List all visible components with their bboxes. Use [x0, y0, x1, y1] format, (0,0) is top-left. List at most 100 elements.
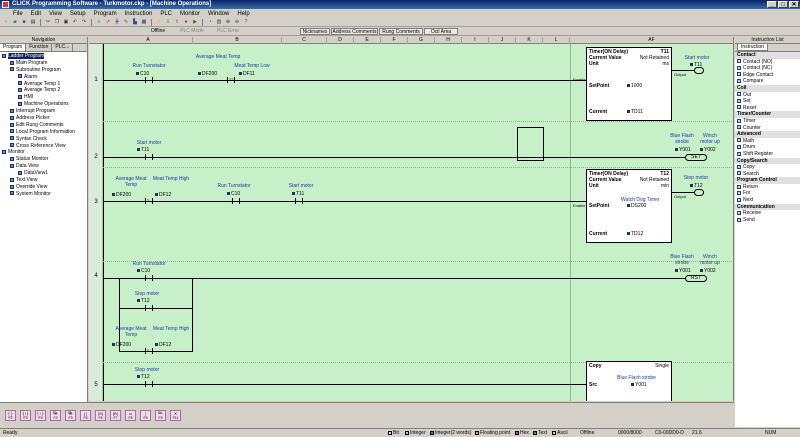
tree-node[interactable]: Average Temp 2 [0, 87, 87, 94]
tree-node[interactable]: DataView1 [0, 170, 87, 177]
instruction-edge-contact[interactable]: Edge Contact [735, 72, 800, 79]
instruction-drum[interactable]: Drum [735, 144, 800, 151]
rung3-compare-contact[interactable]: < [142, 197, 156, 204]
connect-icon[interactable]: ⚡ [155, 18, 163, 26]
menu-monitor[interactable]: Monitor [179, 11, 201, 17]
fkey-f9[interactable]: │ F9 [140, 410, 151, 421]
category-copy-search[interactable]: Copy/Search [735, 157, 800, 165]
tree-node[interactable]: Local Program Information [0, 129, 87, 136]
instruction-contact-nc[interactable]: Contact (NC) [735, 65, 800, 72]
instruction-send[interactable]: Send [735, 217, 800, 224]
menu-edit[interactable]: Edit [30, 11, 42, 17]
tree-node[interactable]: Status Monitor [0, 156, 87, 163]
menu-instruction[interactable]: Instruction [124, 11, 154, 17]
category-communication[interactable]: Communication [735, 203, 800, 211]
fkey-f8[interactable]: ▭ F8 [125, 410, 136, 421]
redo-icon[interactable]: ↷ [80, 18, 88, 26]
view-tab-ocil-area[interactable]: Ocil Area [424, 28, 458, 35]
minimize-button[interactable]: _ [767, 1, 777, 8]
instruction-math[interactable]: Math [735, 138, 800, 145]
rung4-compare-contact[interactable]: > [142, 347, 156, 354]
tree-node[interactable]: Address Picker [0, 115, 87, 122]
grid-icon[interactable]: ▦ [140, 18, 148, 26]
tab-plc[interactable]: PLC... [52, 44, 74, 51]
copy-icon[interactable]: ❐ [53, 18, 61, 26]
category-program-control[interactable]: Program Control [735, 177, 800, 184]
rung4-contact-no[interactable] [142, 275, 156, 281]
rung1-timer-box[interactable]: Timer(ON Delay) T11 Current Value Not Re… [586, 47, 672, 121]
tree-node[interactable]: Machine Operations [0, 101, 87, 108]
menu-file[interactable]: File [12, 11, 24, 17]
rung1-compare-contact[interactable]: >= [224, 76, 238, 83]
ladder-editor[interactable]: A B C D E F G H I J K L AF 1 2 3 4 5 Run [89, 37, 734, 401]
tree-node[interactable]: Monitor [0, 149, 87, 156]
view-tab-rung-comments[interactable]: Rung Comments [379, 28, 423, 35]
maximize-button[interactable]: □ [778, 1, 788, 8]
run-icon[interactable]: ▶ [191, 18, 199, 26]
fkey-f7[interactable]: (R) F7 [110, 410, 121, 421]
fkey-f4[interactable]: ┤↑├ F4 [35, 410, 46, 421]
tree-node[interactable]: Interrupt Program [0, 108, 87, 115]
stamp-icon[interactable]: ▙ [131, 18, 139, 26]
open-folder-icon[interactable]: ▰ [11, 18, 19, 26]
rung3-contact-nc[interactable] [229, 198, 243, 204]
instruction-return[interactable]: Return [735, 184, 800, 191]
view-tab-address-comments[interactable]: Address Comments [331, 28, 378, 35]
rung4-reset-coil[interactable]: RST [685, 275, 707, 282]
instruction-copy[interactable]: Copy [735, 164, 800, 171]
tree-node[interactable]: System Monitor [0, 191, 87, 198]
wire-icon[interactable]: ╋ [113, 18, 121, 26]
find-icon[interactable]: ⌕ [95, 18, 103, 26]
fkey-f2[interactable]: ┤├ F2 [5, 410, 16, 421]
zoom-in-icon[interactable]: ⊕ [224, 18, 232, 26]
fkey-f5[interactable]: ( ) F5 [80, 410, 91, 421]
rung1-output-coil[interactable] [694, 67, 704, 74]
instruction-search[interactable]: Search [735, 171, 800, 178]
instruction-counter[interactable]: Counter [735, 125, 800, 132]
rung5-contact-nc[interactable] [142, 381, 156, 387]
instruction-contact-no[interactable]: Contact (NO) [735, 59, 800, 66]
rung2-contact-no[interactable] [142, 154, 156, 160]
cut-icon[interactable]: ✂ [44, 18, 52, 26]
category-timer-counter[interactable]: Timer/Counter [735, 111, 800, 118]
tree-node[interactable]: Edit Rung Comments [0, 122, 87, 129]
menu-plc[interactable]: PLC [159, 11, 173, 17]
zoom-out-icon[interactable]: ⊖ [233, 18, 241, 26]
tree-node[interactable]: Data View [0, 163, 87, 170]
tree-node[interactable]: Syntax Check [0, 136, 87, 143]
category-advanced[interactable]: Advanced [735, 131, 800, 138]
rung4-contact-nc[interactable] [142, 305, 156, 311]
tab-instruction[interactable]: Instruction [737, 43, 769, 51]
instruction-set[interactable]: Set [735, 98, 800, 105]
fkey-sh-f9[interactable]: ─ Sh-F9 [155, 410, 166, 421]
rung3-contact-no[interactable] [292, 198, 306, 204]
read-plc-icon[interactable]: ⇩ [164, 18, 172, 26]
tree-node[interactable]: Override View [0, 184, 87, 191]
tab-program[interactable]: Program [0, 44, 27, 51]
rung1-contact-no[interactable] [142, 77, 156, 83]
rung3-timer-box[interactable]: Timer(ON Delay) T12 Current Value Not Re… [586, 169, 672, 243]
instruction-receive[interactable]: Receive [735, 210, 800, 217]
fkey-f3[interactable]: ┤/├ F3 [20, 410, 31, 421]
rung2-set-coil[interactable]: SET [685, 154, 707, 161]
menu-view[interactable]: View [48, 11, 63, 17]
tree-node[interactable]: Subroutine Program [0, 67, 87, 74]
paste-icon[interactable]: ▣ [62, 18, 70, 26]
instruction-shift-register[interactable]: Shift Register [735, 151, 800, 158]
help-icon[interactable]: ? [242, 18, 250, 26]
edit-cursor[interactable] [517, 127, 544, 161]
rung3-output-coil[interactable] [694, 189, 704, 196]
instruction-compare[interactable]: Compare [735, 78, 800, 85]
pencil-icon[interactable]: ✎ [122, 18, 130, 26]
fkey-f11[interactable]: ✕ F11 [170, 410, 181, 421]
instruction-next[interactable]: Next [735, 197, 800, 204]
fkey-sh-f3[interactable]: ╧ Sh-F3 [65, 410, 76, 421]
close-button[interactable]: ✕ [789, 1, 799, 8]
tree-node[interactable]: Main Program [0, 60, 87, 67]
tree-node[interactable]: Text View [0, 177, 87, 184]
fkey-sh-f2[interactable]: ═ Sh-F2 [50, 410, 61, 421]
pointer-icon[interactable]: ➚ [104, 18, 112, 26]
undo-icon[interactable]: ↶ [71, 18, 79, 26]
rung5-copy-box[interactable]: Copy Single Blue Flash strobe Src Y001 [586, 361, 672, 401]
menu-setup[interactable]: Setup [69, 11, 87, 17]
